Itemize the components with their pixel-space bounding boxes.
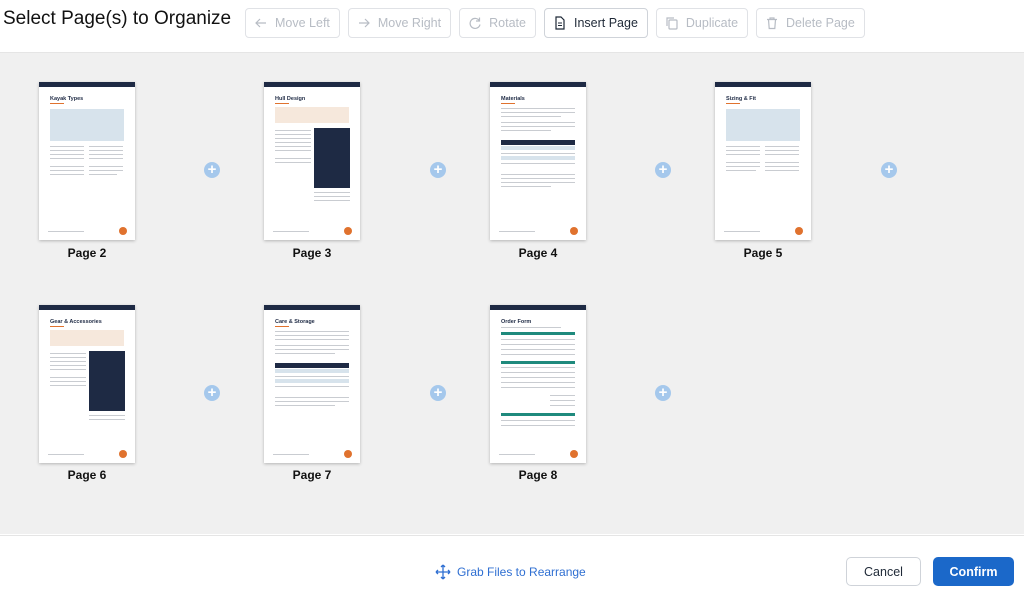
page-thumbnail[interactable]: Order Form <box>490 305 586 463</box>
page-label: Page 7 <box>292 468 332 482</box>
duplicate-button[interactable]: Duplicate <box>655 8 749 38</box>
page-thumbnail-title: Care & Storage <box>275 319 315 325</box>
page-label: Page 3 <box>292 246 332 260</box>
page-label: Page 2 <box>67 246 107 260</box>
duplicate-icon <box>666 17 678 30</box>
page-title: Select Page(s) to Organize <box>3 8 232 29</box>
arrow-left-icon <box>255 18 266 28</box>
insert-page-plus-icon[interactable]: + <box>204 162 220 178</box>
grab-files-label: Grab Files to Rearrange <box>457 565 586 579</box>
rotate-label: Rotate <box>489 16 526 30</box>
cancel-button[interactable]: Cancel <box>846 557 921 586</box>
insert-page-plus-icon[interactable]: + <box>655 162 671 178</box>
move-left-button[interactable]: Move Left <box>245 8 340 38</box>
rotate-icon <box>469 17 481 29</box>
duplicate-label: Duplicate <box>685 16 739 30</box>
move-left-label: Move Left <box>275 16 330 30</box>
grab-files-button[interactable]: Grab Files to Rearrange <box>435 564 586 580</box>
page-label: Page 6 <box>67 468 107 482</box>
page-label: Page 4 <box>518 246 558 260</box>
arrow-right-icon <box>358 18 370 28</box>
delete-page-button[interactable]: Delete Page <box>756 8 865 38</box>
insert-page-icon <box>555 16 565 30</box>
insert-page-plus-icon[interactable]: + <box>430 385 446 401</box>
delete-page-label: Delete Page <box>786 16 855 30</box>
pages-area: Kayak Types Page 2 + Hull Design Page 3 … <box>0 52 1024 534</box>
rotate-button[interactable]: Rotate <box>459 8 536 38</box>
page-thumbnail-title: Kayak Types <box>50 96 84 102</box>
insert-page-label: Insert Page <box>573 16 638 30</box>
page-label: Page 5 <box>743 246 783 260</box>
trash-icon <box>767 17 778 30</box>
insert-page-button[interactable]: Insert Page <box>543 8 648 38</box>
page-thumbnail-title: Hull Design <box>275 96 306 102</box>
insert-page-plus-icon[interactable]: + <box>430 162 446 178</box>
toolbar: Move Left Move Right Rotate Insert Page … <box>245 8 865 38</box>
move-arrows-icon <box>435 564 451 580</box>
insert-page-plus-icon[interactable]: + <box>655 385 671 401</box>
page-thumbnail-title: Order Form <box>501 319 532 325</box>
header: Select Page(s) to Organize Move Left Mov… <box>0 0 1024 48</box>
insert-page-plus-icon[interactable]: + <box>881 162 897 178</box>
page-thumbnail[interactable]: Kayak Types <box>39 82 135 240</box>
footer: Grab Files to Rearrange Cancel Confirm <box>0 535 1024 601</box>
move-right-label: Move Right <box>377 16 442 30</box>
page-thumbnail[interactable]: Gear & Accessories <box>39 305 135 463</box>
move-right-button[interactable]: Move Right <box>347 8 452 38</box>
page-thumbnail-title: Gear & Accessories <box>50 319 102 325</box>
page-thumbnail[interactable]: Hull Design <box>264 82 360 240</box>
page-thumbnail[interactable]: Materials <box>490 82 586 240</box>
insert-page-plus-icon[interactable]: + <box>204 385 220 401</box>
page-thumbnail[interactable]: Care & Storage <box>264 305 360 463</box>
page-label: Page 8 <box>518 468 558 482</box>
page-thumbnail-title: Materials <box>501 96 525 102</box>
page-thumbnail-title: Sizing & Fit <box>726 96 756 102</box>
confirm-button[interactable]: Confirm <box>933 557 1014 586</box>
page-thumbnail[interactable]: Sizing & Fit <box>715 82 811 240</box>
